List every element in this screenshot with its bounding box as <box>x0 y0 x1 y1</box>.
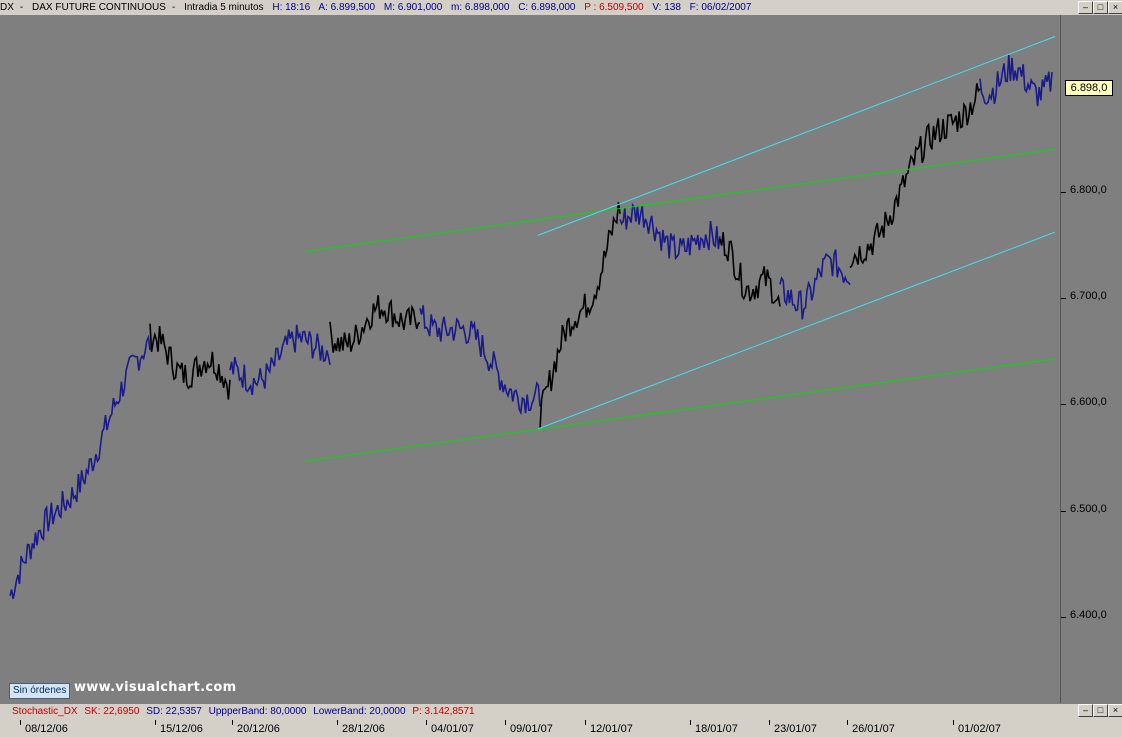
price-path-segment <box>9 334 151 599</box>
date-tick-mark <box>232 720 233 725</box>
trend-line[interactable] <box>304 148 1056 252</box>
price-path-segment <box>419 305 541 416</box>
indicator-bar: Stochastic_DX SK: 22,6950 SD: 22,5357 Up… <box>0 703 1122 720</box>
symbol-label: DX <box>0 2 14 13</box>
date-axis[interactable]: 08/12/06 15/12/06 20/12/06 28/12/06 04/0… <box>0 720 1060 737</box>
price-chart-area[interactable] <box>0 15 1061 703</box>
indicator-minimize-button[interactable]: – <box>1078 704 1093 717</box>
date-tick-label: 15/12/06 <box>160 723 203 735</box>
price-tick-mark <box>1061 617 1066 618</box>
trend-line[interactable] <box>537 231 1056 430</box>
date-tick-mark <box>337 720 338 725</box>
price-tick-label: 6.500,0 <box>1070 503 1107 515</box>
date-tick-mark <box>847 720 848 725</box>
price-axis[interactable] <box>1061 15 1122 703</box>
price-path-segment <box>779 249 851 320</box>
date-tick-mark <box>155 720 156 725</box>
price-tick-label: 6.800,0 <box>1070 184 1107 196</box>
price-tick-label: 6.600,0 <box>1070 396 1107 408</box>
price-path-segment <box>149 323 231 400</box>
close-button[interactable]: × <box>1108 1 1122 14</box>
trend-line[interactable] <box>537 36 1056 236</box>
indicator-maximize-button[interactable]: □ <box>1093 704 1108 717</box>
indicator-sd: SD: 22,5357 <box>146 706 202 717</box>
price-path-segment <box>539 202 621 430</box>
prev-close-value: P : 6.509,500 <box>584 2 644 13</box>
price-tick-label: 6.700,0 <box>1070 290 1107 302</box>
date-value: F: 06/02/2007 <box>689 2 752 13</box>
date-tick-label: 12/01/07 <box>590 723 633 735</box>
indicator-p: P: 3.142,8571 <box>412 706 475 717</box>
volume-value: V: 138 <box>652 2 681 13</box>
indicator-close-button[interactable]: × <box>1108 704 1122 717</box>
interval-label: Intradia 5 minutos <box>184 2 264 13</box>
minimize-button[interactable]: – <box>1078 1 1093 14</box>
indicator-name: Stochastic_DX <box>12 706 78 717</box>
price-tick-mark <box>1061 404 1066 405</box>
close-value: C: 6.898,000 <box>518 2 576 13</box>
date-tick-label: 23/01/07 <box>774 723 817 735</box>
indicator-lower-band: LowerBand: 20,0000 <box>313 706 406 717</box>
price-path-segment <box>719 232 781 307</box>
indicator-upper-band: UppperBand: 80,0000 <box>208 706 307 717</box>
date-tick-mark <box>505 720 506 725</box>
last-price-badge: 6.898,0 <box>1065 80 1113 96</box>
date-tick-mark <box>20 720 21 725</box>
price-tick-mark <box>1061 192 1066 193</box>
chart-window: DX - DAX FUTURE CONTINUOUS - Intradia 5 mi… <box>0 0 1122 737</box>
date-tick-label: 01/02/07 <box>958 723 1001 735</box>
date-tick-label: 20/12/06 <box>237 723 280 735</box>
price-path-segment <box>619 202 721 261</box>
date-tick-label: 04/01/07 <box>431 723 474 735</box>
date-tick-label: 09/01/07 <box>510 723 553 735</box>
orders-button[interactable]: Sin órdenes <box>9 683 71 699</box>
open-value: A: 6.899,500 <box>318 2 376 13</box>
date-tick-mark <box>690 720 691 725</box>
price-path-segment <box>229 324 331 396</box>
price-tick-label: 6.400,0 <box>1070 609 1107 621</box>
date-tick-mark <box>585 720 586 725</box>
price-path-segment <box>979 55 1053 107</box>
instrument-name: DAX FUTURE CONTINUOUS <box>32 2 166 13</box>
price-path-segment <box>849 83 981 269</box>
time-value: H: 18:16 <box>272 2 311 13</box>
maximize-button[interactable]: □ <box>1093 1 1108 14</box>
date-tick-label: 28/12/06 <box>342 723 385 735</box>
high-value: M: 6.901,000 <box>383 2 443 13</box>
date-tick-mark <box>426 720 427 725</box>
price-path-segment <box>329 295 421 353</box>
date-tick-mark <box>953 720 954 725</box>
title-bar: DX - DAX FUTURE CONTINUOUS - Intradia 5 mi… <box>0 0 1122 15</box>
watermark-logo: www.visualchart.com <box>74 680 237 695</box>
date-tick-label: 18/01/07 <box>695 723 738 735</box>
indicator-sk: SK: 22,6950 <box>84 706 140 717</box>
low-value: m: 6.898,000 <box>451 2 510 13</box>
price-chart-svg <box>9 36 1056 599</box>
date-tick-label: 26/01/07 <box>852 723 895 735</box>
date-tick-mark <box>769 720 770 725</box>
price-tick-mark <box>1061 511 1066 512</box>
date-tick-label: 08/12/06 <box>25 723 68 735</box>
price-tick-mark <box>1061 298 1066 299</box>
